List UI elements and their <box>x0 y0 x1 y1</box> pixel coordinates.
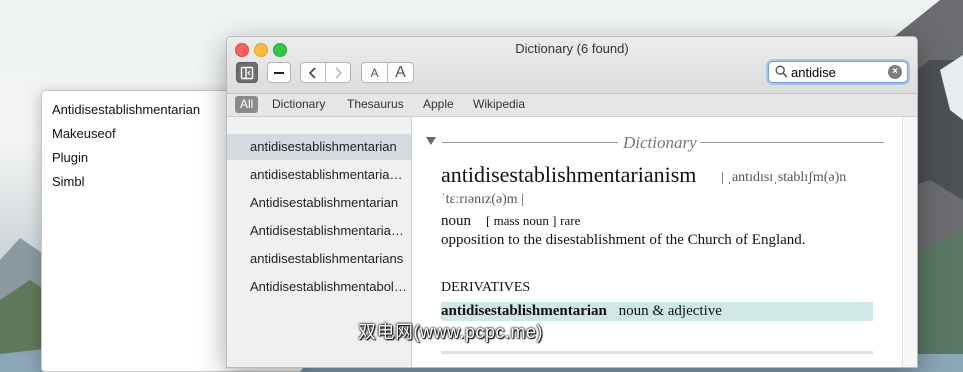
filter-thesaurus[interactable]: Thesaurus <box>342 96 409 113</box>
search-field[interactable]: × <box>768 61 908 83</box>
result-item[interactable]: Antidisestablishmentabolitionism <box>227 274 411 300</box>
back-button[interactable] <box>300 62 326 83</box>
derivatives-heading: DERIVATIVES <box>441 280 531 295</box>
result-item[interactable]: antidisestablishmentarians <box>227 246 411 272</box>
minus-icon <box>274 71 284 74</box>
search-icon <box>775 65 788 78</box>
pronunciation: | ˌantɪdɪsɪˌstablɪʃm(ə)n <box>721 170 847 185</box>
register-label: rare <box>560 213 581 228</box>
result-item[interactable]: Antidisestablishmentarian <box>227 190 411 216</box>
dictionary-window: Dictionary (6 found) A A antidise × All … <box>226 36 918 368</box>
disclosure-triangle-icon[interactable] <box>426 137 436 145</box>
filter-all[interactable]: All <box>235 96 259 113</box>
sidebar-icon <box>240 66 254 79</box>
headword: antidisestablishmentarianism <box>441 162 697 187</box>
part-of-speech-line: noun [ mass noun ] rare <box>441 213 580 230</box>
chevron-right-icon <box>335 66 343 79</box>
collapse-button[interactable] <box>267 62 291 83</box>
font-smaller-button[interactable]: A <box>361 62 388 83</box>
derivative-word[interactable]: antidisestablishmentarian <box>441 303 607 319</box>
clear-search-icon[interactable]: × <box>888 65 902 79</box>
source-filter-bar: All Dictionary Thesaurus Apple Wikipedia <box>227 94 917 117</box>
forward-button[interactable] <box>325 62 351 83</box>
titlebar: Dictionary (6 found) A A antidise × <box>227 37 917 94</box>
pronunciation-continued: ˈtɛːrɪənɪz(ə)m | <box>441 192 524 207</box>
derivative-part-of-speech: noun & adjective <box>618 303 722 319</box>
vertical-scrollbar[interactable] <box>902 117 917 367</box>
filter-dictionary[interactable]: Dictionary <box>267 96 330 113</box>
search-input[interactable] <box>791 63 883 81</box>
watermark-text: 双电网(www.pcpc.me) <box>358 322 544 342</box>
result-item[interactable]: antidisestablishmentarianism <box>227 162 411 188</box>
section-title: Dictionary <box>623 133 697 152</box>
window-title: Dictionary (6 found) <box>515 41 629 56</box>
definition-text: opposition to the disestablishment of th… <box>441 232 806 248</box>
toggle-sidebar-button[interactable] <box>236 62 258 83</box>
filter-wikipedia[interactable]: Wikipedia <box>468 96 530 113</box>
part-of-speech: noun <box>441 213 471 229</box>
filter-apple[interactable]: Apple <box>418 96 459 113</box>
chevron-left-icon <box>308 66 316 79</box>
result-item[interactable]: Antidisestablishmentarianism <box>227 218 411 244</box>
result-item[interactable]: antidisestablishmentarian <box>227 134 411 160</box>
divider <box>700 142 884 143</box>
grammar-note: [ mass noun ] <box>486 213 557 228</box>
font-larger-button[interactable]: A <box>387 62 414 83</box>
divider <box>442 142 618 143</box>
